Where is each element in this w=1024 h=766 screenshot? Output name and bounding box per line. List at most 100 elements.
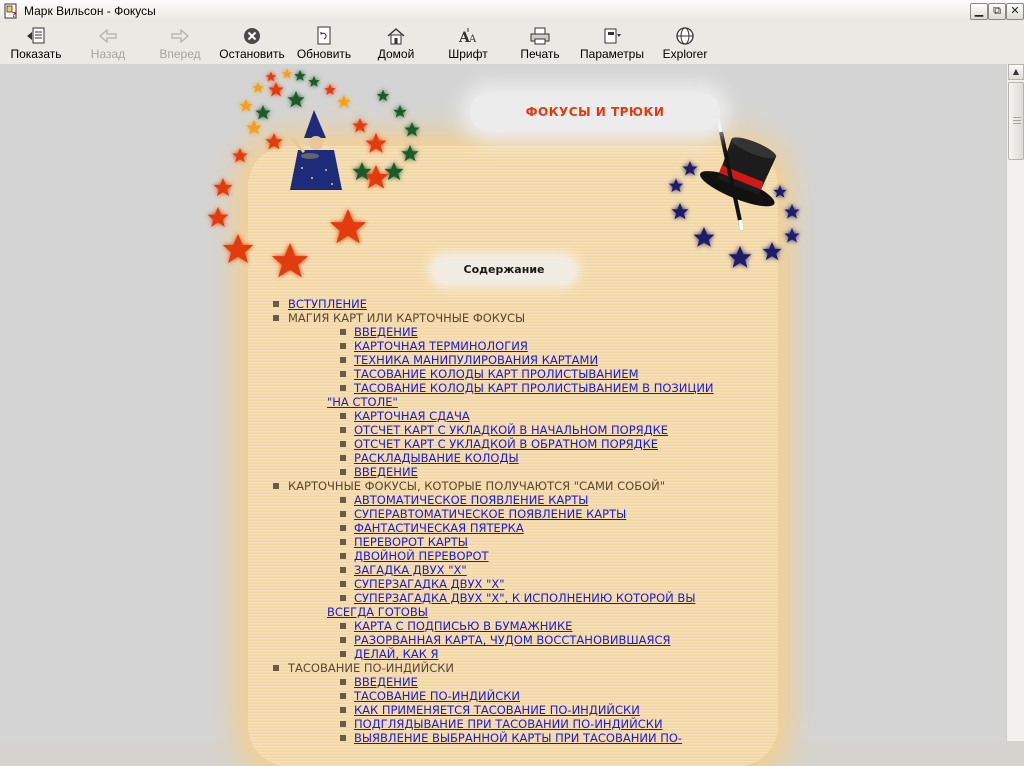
toc-link[interactable]: ВВЕДЕНИЕ: [354, 325, 418, 339]
toc-link[interactable]: "НА СТОЛЕ": [327, 395, 398, 409]
toc-link[interactable]: СУПЕРЗАГАДКА ДВУХ "Х": [354, 577, 505, 591]
toc-item: ТАСОВАНИЕ ПО-ИНДИЙСКИ: [270, 661, 710, 675]
options-button[interactable]: Параметры: [578, 24, 646, 62]
bullet-icon: [340, 707, 346, 713]
scroll-up-button[interactable]: ▲: [1008, 64, 1024, 80]
toc-item[interactable]: ВВЕДЕНИЕ: [270, 465, 710, 479]
toc-item[interactable]: ВСЕГДА ГОТОВЫ: [270, 605, 710, 619]
toc-section-label: МАГИЯ КАРТ ИЛИ КАРТОЧНЫЕ ФОКУСЫ: [288, 311, 526, 325]
toc-link[interactable]: ВСТУПЛЕНИЕ: [288, 297, 367, 311]
bullet-icon: [273, 665, 279, 671]
toc-item[interactable]: СУПЕРАВТОМАТИЧЕСКОЕ ПОЯВЛЕНИЕ КАРТЫ: [270, 507, 710, 521]
bullet-icon: [340, 525, 346, 531]
bullet-icon: [340, 595, 346, 601]
close-button[interactable]: ✕: [1006, 3, 1024, 20]
toc-link[interactable]: АВТОМАТИЧЕСКОЕ ПОЯВЛЕНИЕ КАРТЫ: [354, 493, 588, 507]
toc-item[interactable]: ТАСОВАНИЕ ПО-ИНДИЙСКИ: [270, 689, 710, 703]
toc-item[interactable]: СУПЕРЗАГАДКА ДВУХ "Х", К ИСПОЛНЕНИЮ КОТО…: [270, 591, 710, 605]
toc-link[interactable]: ДЕЛАЙ, КАК Я: [354, 647, 439, 661]
toc-item[interactable]: КАРТОЧНАЯ СДАЧА: [270, 409, 710, 423]
toc-item[interactable]: ОТСЧЕТ КАРТ С УКЛАДКОЙ В НАЧАЛЬНОМ ПОРЯД…: [270, 423, 710, 437]
toc-link[interactable]: ТЕХНИКА МАНИПУЛИРОВАНИЯ КАРТАМИ: [354, 353, 598, 367]
toc-link[interactable]: ОТСЧЕТ КАРТ С УКЛАДКОЙ В НАЧАЛЬНОМ ПОРЯД…: [354, 423, 668, 437]
toc-link[interactable]: СУПЕРАВТОМАТИЧЕСКОЕ ПОЯВЛЕНИЕ КАРТЫ: [354, 507, 626, 521]
stop-icon: [244, 28, 260, 44]
vertical-scrollbar[interactable]: ▲: [1006, 64, 1024, 741]
toc-link[interactable]: РАЗОРВАННАЯ КАРТА, ЧУДОМ ВОССТАНОВИВШАЯС…: [354, 633, 671, 647]
toc-section-label: ТАСОВАНИЕ ПО-ИНДИЙСКИ: [288, 661, 454, 675]
toc-link[interactable]: ТАСОВАНИЕ КОЛОДЫ КАРТ ПРОЛИСТЫВАНИЕМ В П…: [354, 381, 714, 395]
bullet-icon: [340, 385, 346, 391]
grip-line: [1013, 117, 1021, 118]
bullet-icon: [340, 497, 346, 503]
toc-link[interactable]: ДВОЙНОЙ ПЕРЕВОРОТ: [354, 549, 489, 563]
stop-button[interactable]: Остановить: [219, 24, 285, 62]
toc-link[interactable]: ЗАГАДКА ДВУХ "Х": [354, 563, 467, 577]
toc-link[interactable]: РАСКЛАДЫВАНИЕ КОЛОДЫ: [354, 451, 519, 465]
toc-link[interactable]: ТАСОВАНИЕ ПО-ИНДИЙСКИ: [354, 689, 520, 703]
bullet-icon: [340, 735, 346, 741]
toc-link[interactable]: ОТСЧЕТ КАРТ С УКЛАДКОЙ В ОБРАТНОМ ПОРЯДК…: [354, 437, 658, 451]
toc-item[interactable]: ТАСОВАНИЕ КОЛОДЫ КАРТ ПРОЛИСТЫВАНИЕМ В П…: [270, 381, 714, 395]
close-icon: ✕: [1010, 4, 1020, 17]
toc-item[interactable]: ЗАГАДКА ДВУХ "Х": [270, 563, 710, 577]
toc-link[interactable]: КАРТОЧНАЯ ТЕРМИНОЛОГИЯ: [354, 339, 528, 353]
show-button[interactable]: Показать: [6, 24, 66, 62]
toc-item[interactable]: РАЗОРВАННАЯ КАРТА, ЧУДОМ ВОССТАНОВИВШАЯС…: [270, 633, 710, 647]
font-button[interactable]: A A Шрифт: [444, 24, 492, 62]
minimize-button[interactable]: ▁: [970, 3, 988, 20]
wizard-figure: [290, 110, 342, 190]
show-pane-icon: [27, 27, 45, 44]
toc-link[interactable]: КАРТОЧНАЯ СДАЧА: [354, 409, 470, 423]
bullet-icon: [340, 427, 346, 433]
toc-item[interactable]: КАРТОЧНАЯ ТЕРМИНОЛОГИЯ: [270, 339, 710, 353]
toc-item[interactable]: "НА СТОЛЕ": [270, 395, 710, 409]
toc-item[interactable]: ПОДГЛЯДЫВАНИЕ ПРИ ТАСОВАНИИ ПО-ИНДИЙСКИ: [270, 717, 710, 731]
toc-item[interactable]: РАСКЛАДЫВАНИЕ КОЛОДЫ: [270, 451, 710, 465]
scroll-thumb[interactable]: [1008, 82, 1024, 160]
toc-item[interactable]: КАРТА С ПОДПИСЬЮ В БУМАЖНИКЕ: [270, 619, 710, 633]
toc-link[interactable]: ТАСОВАНИЕ КОЛОДЫ КАРТ ПРОЛИСТЫВАНИЕМ: [354, 367, 639, 381]
toc-item[interactable]: ТЕХНИКА МАНИПУЛИРОВАНИЯ КАРТАМИ: [270, 353, 710, 367]
toolbar: Показать Назад Вперед Остановить Обновит…: [0, 22, 1024, 65]
toc-link[interactable]: ПЕРЕВОРОТ КАРТЫ: [354, 535, 468, 549]
font-icon: A A: [458, 28, 477, 46]
toc-item[interactable]: СУПЕРЗАГАДКА ДВУХ "Х": [270, 577, 710, 591]
toc-item[interactable]: ОТСЧЕТ КАРТ С УКЛАДКОЙ В ОБРАТНОМ ПОРЯДК…: [270, 437, 710, 451]
toc-item[interactable]: ПЕРЕВОРОТ КАРТЫ: [270, 535, 710, 549]
restore-icon: ⧉: [993, 4, 1001, 17]
toc-item[interactable]: ДЕЛАЙ, КАК Я: [270, 647, 710, 661]
toc-link[interactable]: ФАНТАСТИЧЕСКАЯ ПЯТЕРКА: [354, 521, 524, 535]
toc-link[interactable]: КАРТА С ПОДПИСЬЮ В БУМАЖНИКЕ: [354, 619, 572, 633]
home-icon: [387, 28, 405, 45]
bullet-icon: [340, 511, 346, 517]
forward-button[interactable]: Вперед: [152, 24, 208, 62]
explorer-button[interactable]: Explorer: [660, 24, 710, 62]
print-button-label: Печать: [520, 47, 560, 61]
toc-link[interactable]: ВВЕДЕНИЕ: [354, 675, 418, 689]
print-button[interactable]: Печать: [516, 24, 564, 62]
refresh-button[interactable]: Обновить: [295, 24, 353, 62]
toc-item[interactable]: ТАСОВАНИЕ КОЛОДЫ КАРТ ПРОЛИСТЫВАНИЕМ: [270, 367, 710, 381]
toc-item[interactable]: КАК ПРИМЕНЯЕТСЯ ТАСОВАНИЕ ПО-ИНДИЙСКИ: [270, 703, 710, 717]
toc-link[interactable]: КАК ПРИМЕНЯЕТСЯ ТАСОВАНИЕ ПО-ИНДИЙСКИ: [354, 703, 640, 717]
toc-item[interactable]: ФАНТАСТИЧЕСКАЯ ПЯТЕРКА: [270, 521, 710, 535]
toc-item[interactable]: ВСТУПЛЕНИЕ: [270, 297, 710, 311]
top-hat: [700, 137, 777, 207]
toc-link[interactable]: ВЫЯВЛЕНИЕ ВЫБРАННОЙ КАРТЫ ПРИ ТАСОВАНИИ …: [354, 731, 682, 745]
toc-link[interactable]: ПОДГЛЯДЫВАНИЕ ПРИ ТАСОВАНИИ ПО-ИНДИЙСКИ: [354, 717, 663, 731]
toc-item[interactable]: ВВЕДЕНИЕ: [270, 325, 710, 339]
toc-item[interactable]: АВТОМАТИЧЕСКОЕ ПОЯВЛЕНИЕ КАРТЫ: [270, 493, 710, 507]
toc-item[interactable]: ВЫЯВЛЕНИЕ ВЫБРАННОЙ КАРТЫ ПРИ ТАСОВАНИИ …: [270, 731, 710, 745]
back-button[interactable]: Назад: [80, 24, 136, 62]
toc-link[interactable]: ВСЕГДА ГОТОВЫ: [327, 605, 428, 619]
bullet-icon: [340, 343, 346, 349]
toc-link[interactable]: ВВЕДЕНИЕ: [354, 465, 418, 479]
toc-item[interactable]: ВВЕДЕНИЕ: [270, 675, 710, 689]
bullet-icon: [340, 413, 346, 419]
bullet-icon: [340, 357, 346, 363]
toc-item[interactable]: ДВОЙНОЙ ПЕРЕВОРОТ: [270, 549, 710, 563]
toc-link[interactable]: СУПЕРЗАГАДКА ДВУХ "Х", К ИСПОЛНЕНИЮ КОТО…: [354, 591, 695, 605]
home-button[interactable]: Домой: [372, 24, 420, 62]
restore-button[interactable]: ⧉: [988, 3, 1006, 20]
